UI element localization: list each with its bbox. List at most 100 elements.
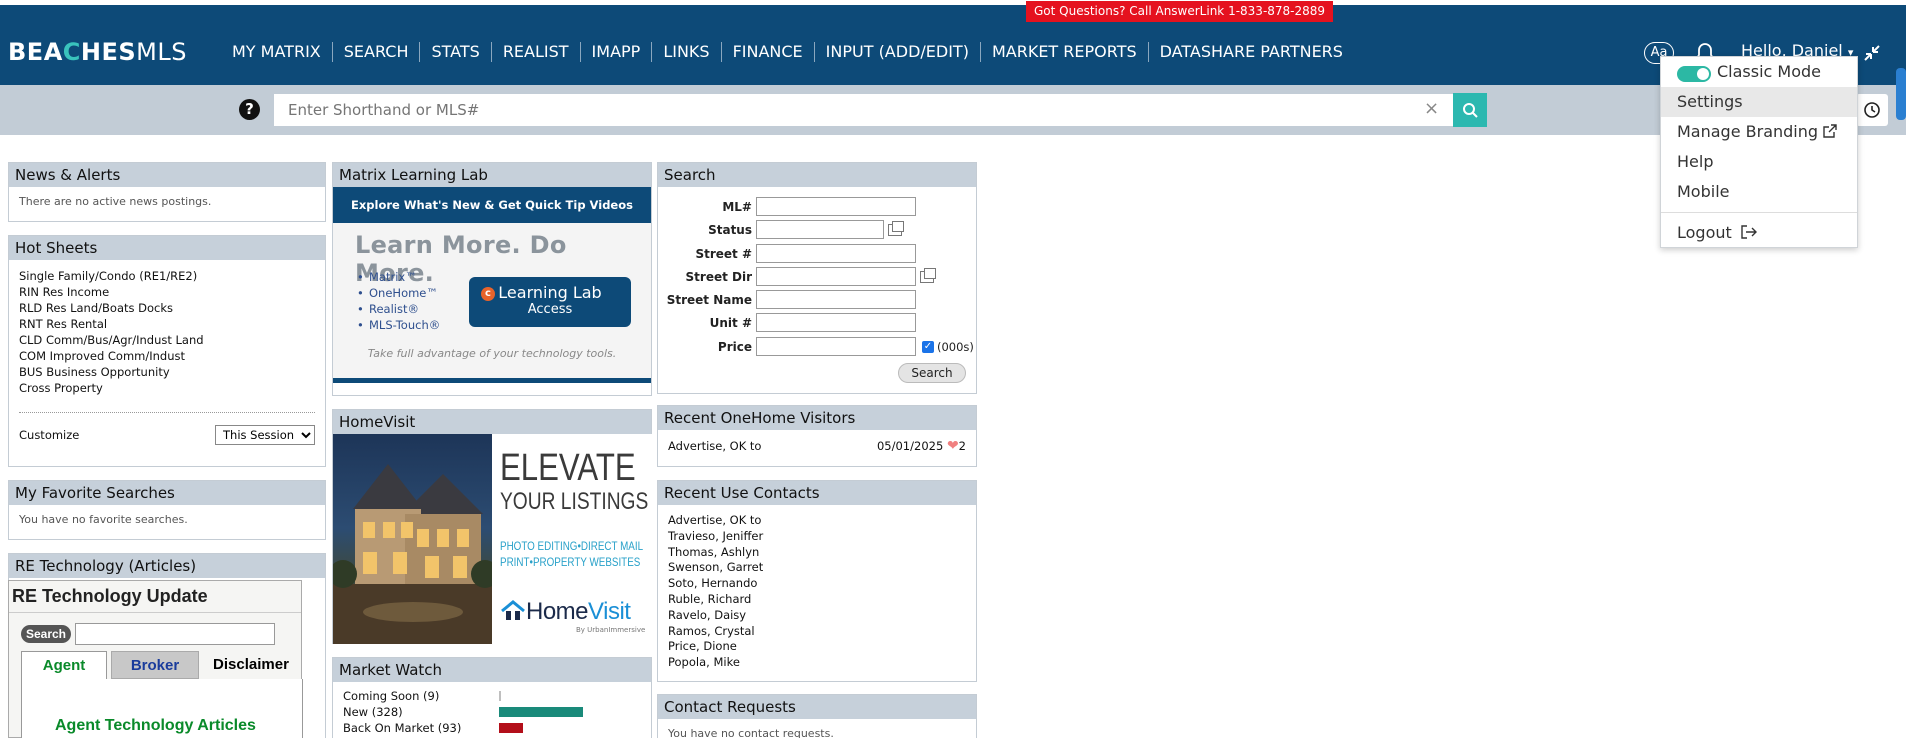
street-number-input[interactable] (756, 244, 916, 263)
status-input[interactable] (756, 220, 884, 239)
search-submit-button[interactable]: Search (898, 363, 966, 383)
panel-title: Recent OneHome Visitors (658, 406, 976, 430)
price-input[interactable] (756, 337, 916, 356)
contact-link[interactable]: Ruble, Richard (668, 592, 966, 608)
hot-sheet-link[interactable]: Single Family/Condo (RE1/RE2) (19, 268, 315, 284)
menu-item-mobile[interactable]: Mobile (1661, 177, 1857, 207)
hot-sheet-link[interactable]: CLD Comm/Bus/Agr/Indust Land (19, 332, 315, 348)
nav-input-add-edit[interactable]: INPUT (ADD/EDIT) (815, 42, 981, 62)
search-icon (1463, 103, 1478, 118)
user-dropdown-menu: Classic Mode Settings Manage Branding He… (1660, 56, 1858, 248)
external-link-icon (1823, 124, 1837, 138)
nav-my-matrix[interactable]: MY MATRIX (221, 42, 333, 62)
classic-mode-toggle[interactable]: Classic Mode (1661, 57, 1857, 87)
customize-link[interactable]: Customize (19, 428, 79, 442)
product-item: Matrix™ (357, 269, 440, 285)
nav-datashare-partners[interactable]: DATASHARE PARTNERS (1149, 42, 1354, 62)
menu-label: Manage Branding (1677, 122, 1819, 141)
price-thousands-checkbox[interactable]: ✓ (922, 340, 934, 353)
hot-sheet-link[interactable]: Cross Property (19, 380, 315, 396)
contact-link[interactable]: Advertise, OK to (668, 513, 966, 529)
contacts-list: Advertise, OK to Travieso, Jeniffer Thom… (658, 505, 976, 679)
panel-title: Market Watch (333, 658, 651, 682)
answerlink-banner[interactable]: Got Questions? Call AnswerLink 1-833-878… (1026, 1, 1334, 22)
button-sublabel: Access (527, 302, 573, 317)
contact-link[interactable]: Swenson, Garret (668, 560, 966, 576)
hot-sheet-link[interactable]: RIN Res Income (19, 284, 315, 300)
help-icon[interactable]: ? (239, 99, 260, 120)
homevisit-ad-copy[interactable]: ELEVATE YOUR LISTINGS PHOTO EDITING•DIRE… (492, 434, 657, 644)
search-button[interactable] (1453, 93, 1487, 127)
market-watch-row[interactable]: Back On Market (93) (343, 720, 641, 736)
clear-icon[interactable]: × (1424, 98, 1439, 119)
picklist-icon[interactable] (920, 267, 936, 283)
house-photo[interactable] (333, 434, 492, 644)
house-logo-icon (501, 600, 525, 620)
field-label: ML# (722, 199, 752, 214)
picklist-icon[interactable] (888, 220, 904, 236)
contact-link[interactable]: Ravelo, Daisy (668, 608, 966, 624)
divider (333, 378, 651, 383)
contact-link[interactable]: Ramos, Crystal (668, 624, 966, 640)
divider (19, 412, 315, 413)
recent-contacts-panel: Recent Use Contacts Advertise, OK to Tra… (657, 480, 977, 682)
nav-links[interactable]: LINKS (652, 42, 722, 62)
brand-byline: By UrbanImmersive (576, 626, 646, 634)
market-watch-row[interactable]: New (328) (343, 704, 641, 720)
hot-sheet-link[interactable]: RNT Res Rental (19, 316, 315, 332)
field-label: Status (708, 222, 752, 237)
panel-title: Search (658, 163, 976, 187)
logo-text: BEA (8, 38, 63, 66)
tab-broker[interactable]: Broker (111, 651, 199, 679)
hot-sheet-link[interactable]: RLD Res Land/Boats Docks (19, 300, 315, 316)
tab-disclaimer[interactable]: Disclaimer (203, 651, 299, 679)
ml-number-input[interactable] (756, 197, 916, 216)
nav-finance[interactable]: FINANCE (722, 42, 815, 62)
contact-link[interactable]: Travieso, Jeniffer (668, 529, 966, 545)
contact-link[interactable]: Soto, Hernando (668, 576, 966, 592)
contact-link[interactable]: Popola, Mike (668, 655, 966, 671)
menu-item-help[interactable]: Help (1661, 147, 1857, 177)
collapse-icon[interactable] (1862, 43, 1882, 63)
logo-accent-letter: C (62, 38, 81, 66)
hot-sheet-link[interactable]: COM Improved Comm/Indust (19, 348, 315, 364)
nav-imapp[interactable]: IMAPP (581, 42, 653, 62)
menu-item-settings[interactable]: Settings (1661, 87, 1857, 117)
hot-sheets-list: Single Family/Condo (RE1/RE2) RIN Res In… (19, 268, 315, 396)
market-watch-row[interactable]: Coming Soon (9) (343, 688, 641, 704)
widget-title: RE Technology Update (9, 581, 301, 613)
service-line: PRINT•PROPERTY WEBSITES (500, 555, 641, 569)
menu-item-manage-branding[interactable]: Manage Branding (1661, 117, 1857, 147)
contact-link[interactable]: Thomas, Ashlyn (668, 545, 966, 561)
logo-text: HES (80, 38, 137, 66)
contact-link[interactable]: Price, Dione (668, 639, 966, 655)
nav-market-reports[interactable]: MARKET REPORTS (981, 42, 1149, 62)
nav-realist[interactable]: REALIST (492, 42, 581, 62)
session-select[interactable]: This Session (215, 425, 315, 445)
re-search-input[interactable] (75, 623, 275, 645)
nav-search[interactable]: SEARCH (333, 42, 421, 62)
promo-footer: Take full advantage of your technology t… (367, 347, 617, 360)
learning-lab-access-button[interactable]: c Learning Lab Access (469, 277, 631, 327)
re-search-button[interactable]: Search (21, 625, 71, 643)
visitor-row[interactable]: Advertise, OK to 05/01/2025 ❤2 (658, 430, 976, 462)
toggle-switch[interactable] (1677, 66, 1711, 82)
logout-icon (1741, 225, 1757, 239)
menu-item-logout[interactable]: Logout (1661, 218, 1857, 248)
nav-stats[interactable]: STATS (420, 42, 492, 62)
row-bar (499, 707, 583, 717)
tab-agent[interactable]: Agent (21, 651, 107, 679)
side-scroll-indicator[interactable] (1896, 68, 1906, 120)
street-dir-input[interactable] (756, 267, 916, 286)
product-list: Matrix™ OneHome™ Realist® MLS-Touch® (357, 269, 440, 333)
beaches-mls-logo[interactable]: BEACHESMLS (8, 38, 187, 66)
hot-sheet-link[interactable]: BUS Business Opportunity (19, 364, 315, 380)
search-history-button[interactable] (1856, 94, 1888, 126)
field-label: Price (717, 339, 752, 354)
shorthand-search-input[interactable] (274, 94, 1454, 126)
learning-lab-banner[interactable]: Explore What's New & Get Quick Tip Video… (333, 187, 651, 223)
street-name-input[interactable] (756, 290, 916, 309)
unit-number-input[interactable] (756, 313, 916, 332)
homevisit-panel: HomeVisit ELEVATE YOUR LISTINGS PHOTO ED… (332, 409, 657, 644)
history-icon (1864, 102, 1880, 118)
